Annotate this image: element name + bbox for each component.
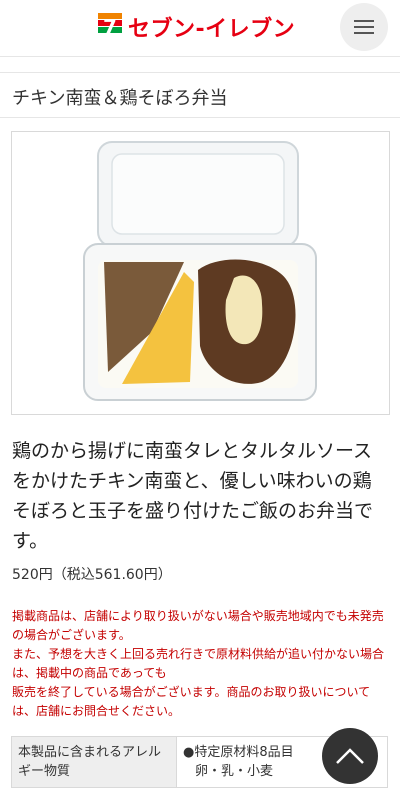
site-header: 7 セブン-イレブン (0, 0, 400, 57)
seven-eleven-logo-mark: 7 (98, 13, 122, 41)
notice-line: また、予想を大きく上回る売れ行きで原材料供給が追い付かない場合は、掲載中の商品で… (12, 647, 385, 680)
brand-name: セブン-イレブン (128, 17, 296, 42)
hamburger-menu-icon (354, 20, 374, 22)
product-price: 520円（税込561.60円） (12, 567, 172, 583)
divider (0, 117, 400, 118)
allergy-label: 本製品に含まれるアレルギー物質 (11, 736, 177, 788)
availability-notice: 掲載商品は、店舗により取り扱いがない場合や販売地域内でも未発売の場合がございます… (12, 607, 392, 721)
notice-line: 掲載商品は、店舗により取り扱いがない場合や販売地域内でも未発売の場合がございます… (12, 609, 384, 642)
brand-logo[interactable]: 7 セブン-イレブン (98, 8, 295, 46)
menu-button[interactable] (340, 3, 388, 51)
chevron-up-icon (336, 748, 364, 764)
product-title: チキン南蛮＆鶏そぼろ弁当 (12, 88, 228, 109)
product-description: 鶏のから揚げに南蛮タレとタルタルソースをかけたチキン南蛮と、優しい味わいの鶏そぼ… (12, 440, 374, 552)
notice-line: 販売を終了している場合がございます。商品のお取り扱いについては、店舗にお問合せく… (12, 685, 371, 718)
scroll-to-top-button[interactable] (322, 728, 378, 784)
divider (0, 72, 400, 73)
bento-illustration (83, 141, 317, 401)
product-photo (11, 131, 390, 415)
